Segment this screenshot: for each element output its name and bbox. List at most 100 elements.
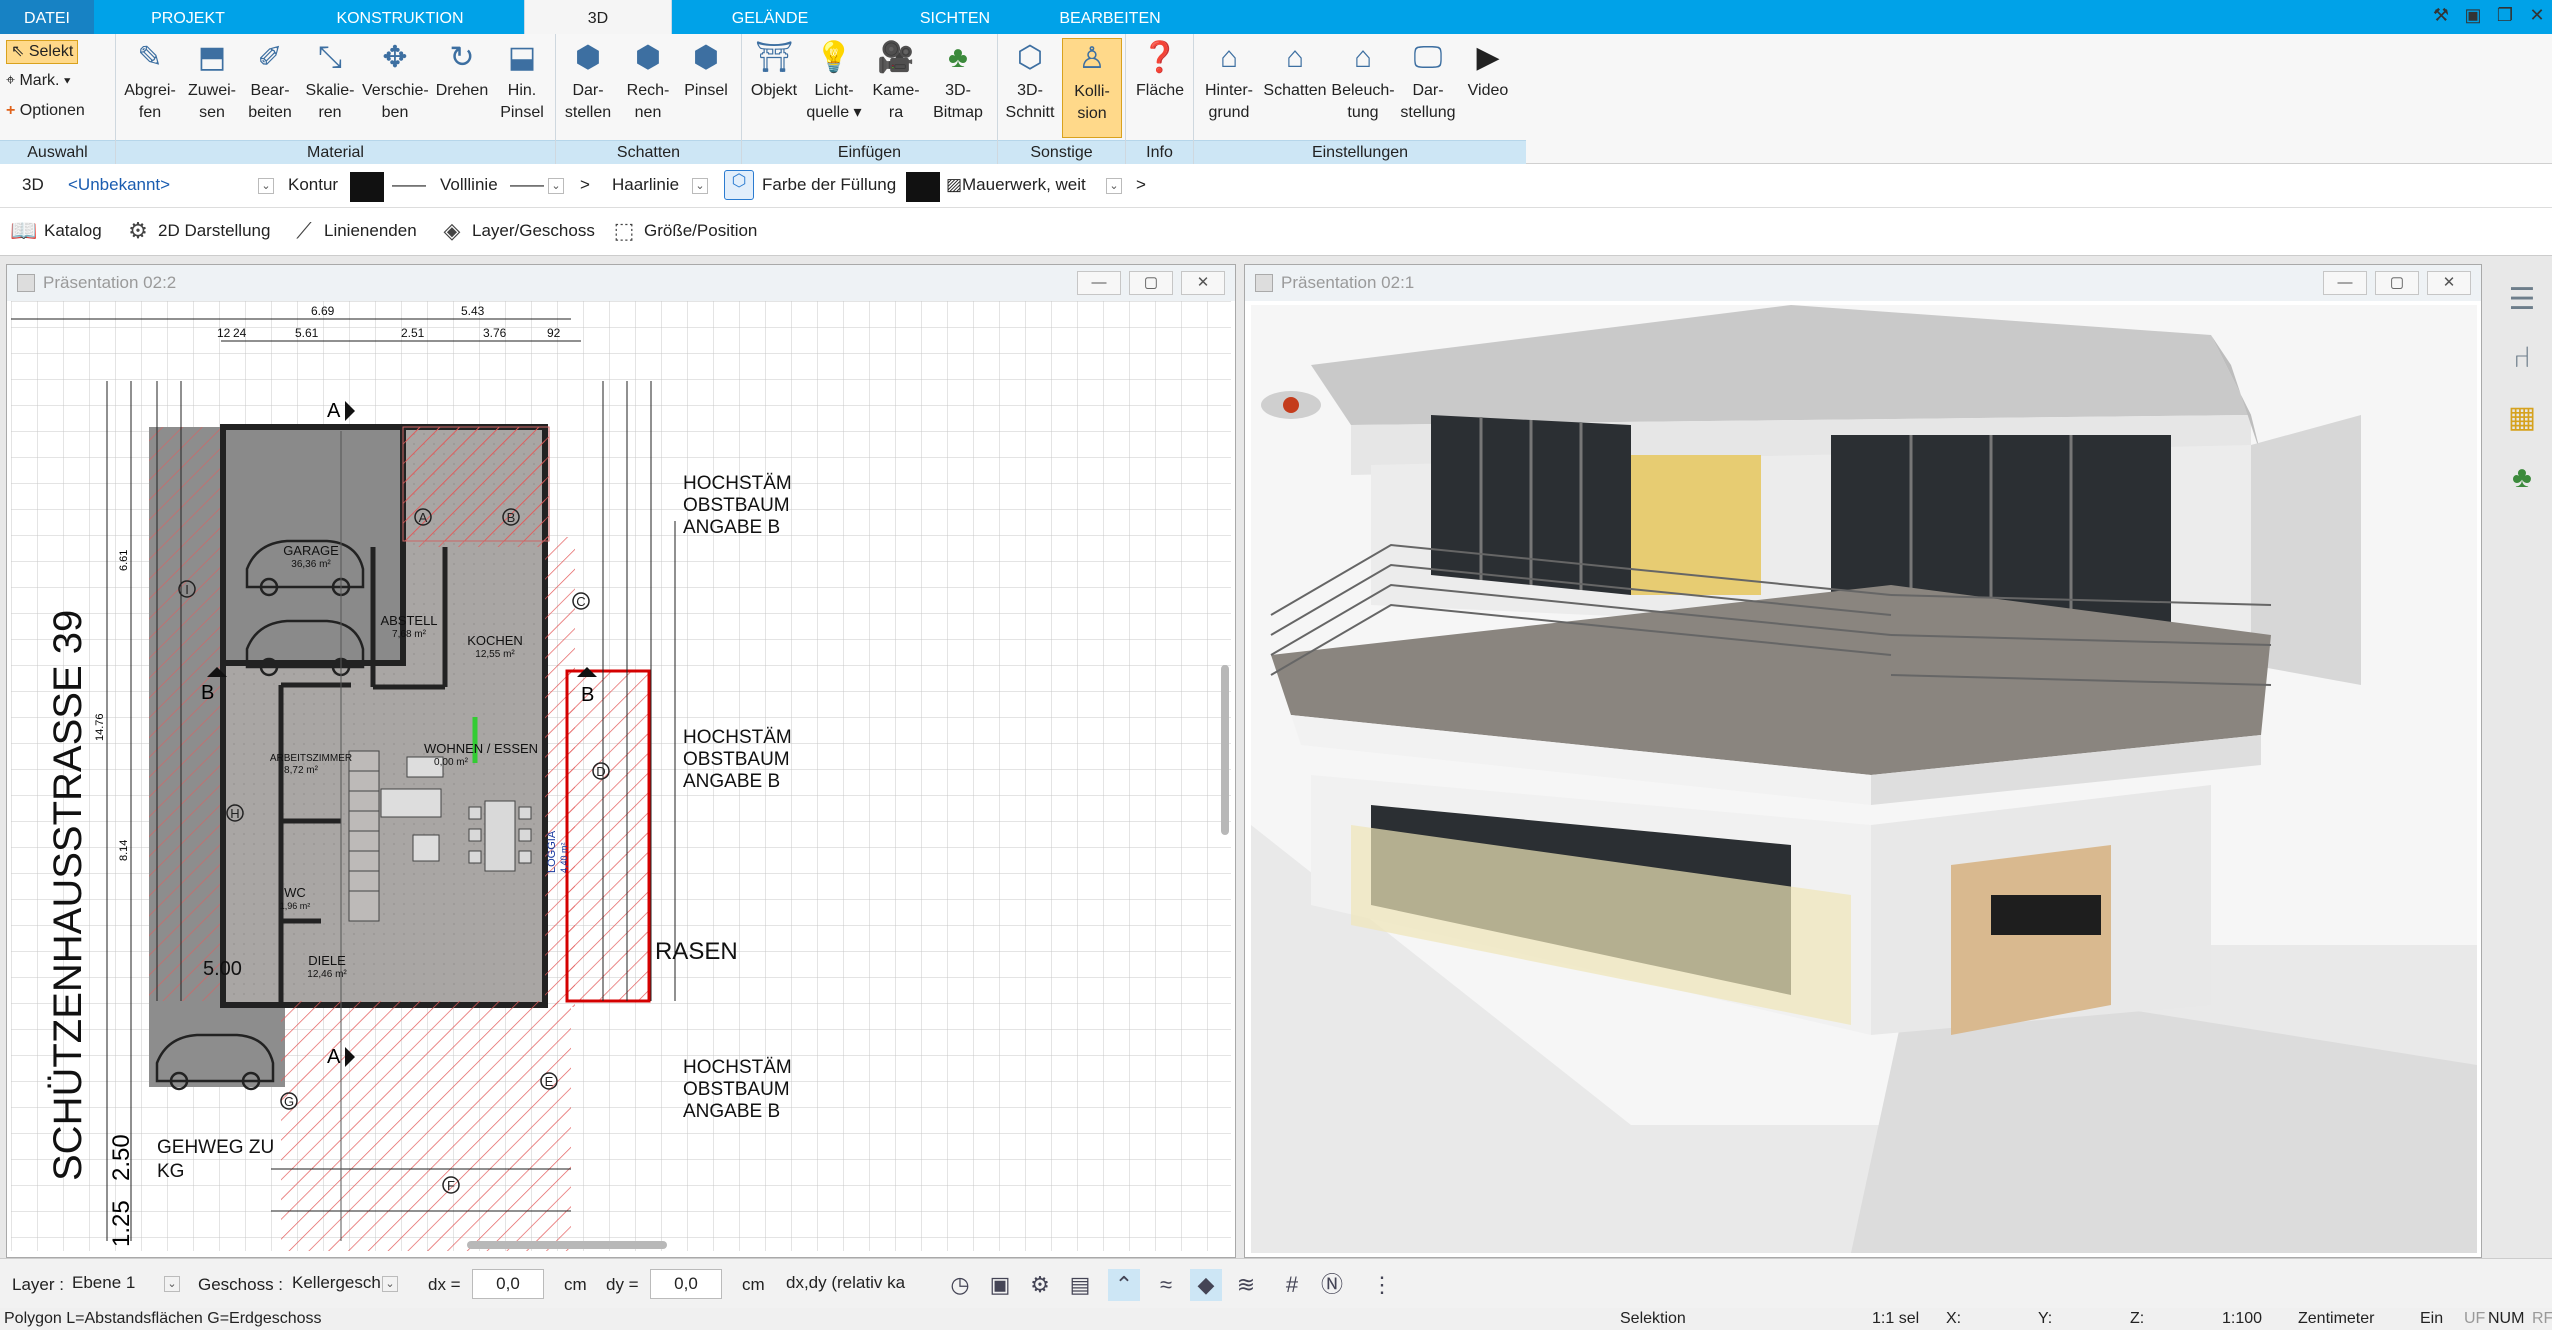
darstellung-button[interactable]: 🖵 Dar- stellung — [1398, 38, 1458, 138]
tab-sichten[interactable]: SICHTEN — [880, 0, 1030, 34]
video-button[interactable]: ▶ Video — [1458, 38, 1518, 138]
north-icon[interactable]: Ⓝ — [1316, 1269, 1348, 1301]
beleuchtung-button[interactable]: ⌂ Beleuch- tung — [1328, 38, 1398, 138]
h-scrollbar[interactable] — [467, 1241, 667, 1249]
chevron-down-icon[interactable]: ⌄ — [692, 178, 708, 194]
v-scrollbar[interactable] — [1221, 665, 1229, 835]
more-props-2[interactable]: > — [1136, 175, 1146, 195]
group-auswahl: ⇖ Selekt ⌖ Mark. ▾ + Optionen Auswahl — [0, 34, 116, 164]
chevron-down-icon[interactable]: ⌄ — [1106, 178, 1122, 194]
tab-3d[interactable]: 3D — [524, 0, 672, 34]
select-button[interactable]: ⇖ Selekt — [6, 40, 79, 64]
chevron-down-icon[interactable]: ⌄ — [382, 1276, 398, 1292]
material-palette-icon[interactable]: ▦ — [2502, 398, 2542, 438]
screen-icon[interactable]: ▣ — [984, 1269, 1016, 1301]
darstellen-button[interactable]: ⬢ Dar- stellen — [558, 38, 618, 138]
kontur-color-swatch[interactable] — [350, 172, 384, 202]
linienenden-button[interactable]: ⟋ Linienenden — [290, 218, 416, 243]
more-props-1[interactable]: > — [580, 175, 590, 195]
linewidth-select[interactable]: Haarlinie — [612, 175, 679, 195]
geschoss-dropdown[interactable]: Kellergesch — [286, 1269, 396, 1299]
dx-unit: cm — [564, 1275, 587, 1294]
lichtquelle-button[interactable]: 💡 Licht- quelle ▾ — [804, 38, 864, 138]
kamera-button[interactable]: 🎥 Kame- ra — [866, 38, 926, 138]
rechnen-button[interactable]: ⬢ Rech- nen — [618, 38, 678, 138]
marker-i: I — [185, 582, 189, 597]
tools-icon[interactable]: ⚒ — [2430, 4, 2452, 26]
maximize-button[interactable]: ▢ — [1129, 271, 1173, 295]
close-button[interactable]: ✕ — [1181, 271, 1225, 295]
3d-schnitt-button[interactable]: ⬡ 3D- Schnitt — [1000, 38, 1060, 138]
object-icon[interactable]: ▤ — [1064, 1269, 1096, 1301]
tree-note-3-line2: OBSTBAUM — [683, 1079, 790, 1100]
layer-select[interactable]: <Unbekannt> — [68, 175, 258, 195]
maximize-button[interactable]: ▢ — [2375, 271, 2419, 295]
hatch-select[interactable]: Mauerwerk, weit — [962, 175, 1086, 195]
dy-input[interactable]: 0,0 — [650, 1269, 722, 1299]
chevron-down-icon[interactable]: ⌄ — [164, 1276, 180, 1292]
3d-viewport[interactable] — [1251, 305, 2477, 1253]
flaeche-button[interactable]: ❓ Fläche — [1130, 38, 1190, 138]
polygon-icon[interactable]: ⬡ — [724, 170, 754, 200]
groesse-position-button[interactable]: ⬚ Größe/Position — [610, 218, 758, 243]
tree-note-1-line1: HOCHSTÄM — [683, 473, 792, 494]
layer-geschoss-button[interactable]: ◈ Layer/Geschoss — [438, 218, 595, 243]
svg-text:A: A — [327, 400, 341, 422]
status-selection: 1:1 sel — [1872, 1310, 1920, 1327]
2d-darstellung-button[interactable]: ⚙ 2D Darstellung — [124, 218, 270, 243]
close-button[interactable]: ✕ — [2427, 271, 2471, 295]
dim-top-3: 5.61 — [295, 326, 319, 340]
linetype-select[interactable]: Volllinie — [440, 175, 498, 195]
tab-gelaende[interactable]: GELÄNDE — [700, 0, 840, 34]
3d-bitmap-button[interactable]: ♣ 3D- Bitmap — [928, 38, 988, 138]
tab-datei[interactable]: DATEI — [0, 0, 94, 34]
abgreifen-button[interactable]: ✎ Abgrei- fen — [120, 38, 180, 138]
clock-icon[interactable]: ◷ — [944, 1269, 976, 1301]
grid-icon[interactable]: # — [1276, 1269, 1308, 1301]
terrain-icon[interactable]: ≈ — [1150, 1269, 1182, 1301]
minimize-button[interactable]: — — [1077, 271, 1121, 295]
relative-mode-dropdown[interactable]: dx,dy (relativ ka — [780, 1269, 928, 1299]
chevron-down-icon[interactable]: ⌄ — [258, 178, 274, 194]
tab-bearbeiten[interactable]: BEARBEITEN — [1040, 0, 1180, 34]
layers-stack-icon[interactable]: ≋ — [1230, 1269, 1262, 1301]
hin-pinsel-button[interactable]: ⬓ Hin. Pinsel — [492, 38, 552, 138]
roof-icon[interactable]: ⌃ — [1108, 1269, 1140, 1301]
mark-button[interactable]: ⌖ Mark. ▾ — [6, 70, 71, 92]
schatten-einst-button[interactable]: ⌂ Schatten — [1260, 38, 1330, 138]
terrace-selection[interactable] — [565, 669, 651, 1003]
tools-icon[interactable]: ⚙ — [1024, 1269, 1056, 1301]
objekt-button[interactable]: ⛩ Objekt — [744, 38, 804, 138]
marker-a: A — [419, 510, 428, 525]
more-icon[interactable]: ⋮ — [1366, 1269, 1398, 1301]
katalog-button[interactable]: 📖 Katalog — [10, 218, 101, 243]
chair-icon[interactable]: ⑁ — [2502, 338, 2542, 378]
hintergrund-button[interactable]: ⌂ Hinter- grund — [1196, 38, 1262, 138]
close-icon[interactable]: ✕ — [2526, 4, 2548, 26]
bearbeiten-button[interactable]: ✐ Bear- beiten — [240, 38, 300, 138]
minimize-button[interactable]: — — [2323, 271, 2367, 295]
dx-input[interactable]: 0,0 — [472, 1269, 544, 1299]
kontur-label: Kontur — [288, 175, 339, 194]
tab-projekt[interactable]: PROJEKT — [118, 0, 258, 34]
layers-icon[interactable]: ☰ — [2502, 280, 2542, 320]
plane-icon[interactable]: ◆ — [1190, 1269, 1222, 1301]
save-icon[interactable]: ▣ — [2462, 4, 2484, 26]
line-sample-icon: —— — [392, 175, 426, 194]
kollision-button[interactable]: ♙ Kolli- sion — [1062, 38, 1122, 138]
schatten-pinsel-button[interactable]: ⬢ Pinsel — [676, 38, 736, 138]
zuweisen-button[interactable]: ⬒ Zuwei- sen — [182, 38, 242, 138]
options-button[interactable]: + Optionen — [6, 100, 85, 122]
restore-icon[interactable]: ❐ — [2494, 4, 2516, 26]
chevron-down-icon[interactable]: ⌄ — [548, 178, 564, 194]
tree-icon[interactable]: ♣ — [2502, 458, 2542, 498]
verschieben-button[interactable]: ✥ Verschie- ben — [362, 38, 429, 138]
fill-color-swatch[interactable] — [906, 172, 940, 202]
ribbon: ⇖ Selekt ⌖ Mark. ▾ + Optionen Auswahl ✎ A… — [0, 34, 2552, 164]
drehen-button[interactable]: ↻ Drehen — [432, 38, 492, 138]
skalieren-button[interactable]: ⤡ Skalie- ren — [300, 38, 360, 138]
rotate-icon: ↻ — [449, 41, 475, 74]
tab-konstruktion[interactable]: KONSTRUKTION — [300, 0, 500, 34]
dx-label: dx = — [428, 1275, 461, 1294]
floor-plan-canvas[interactable]: A B C D E F G H I A A B B GARAGE 36,36 m… — [11, 301, 1231, 1251]
